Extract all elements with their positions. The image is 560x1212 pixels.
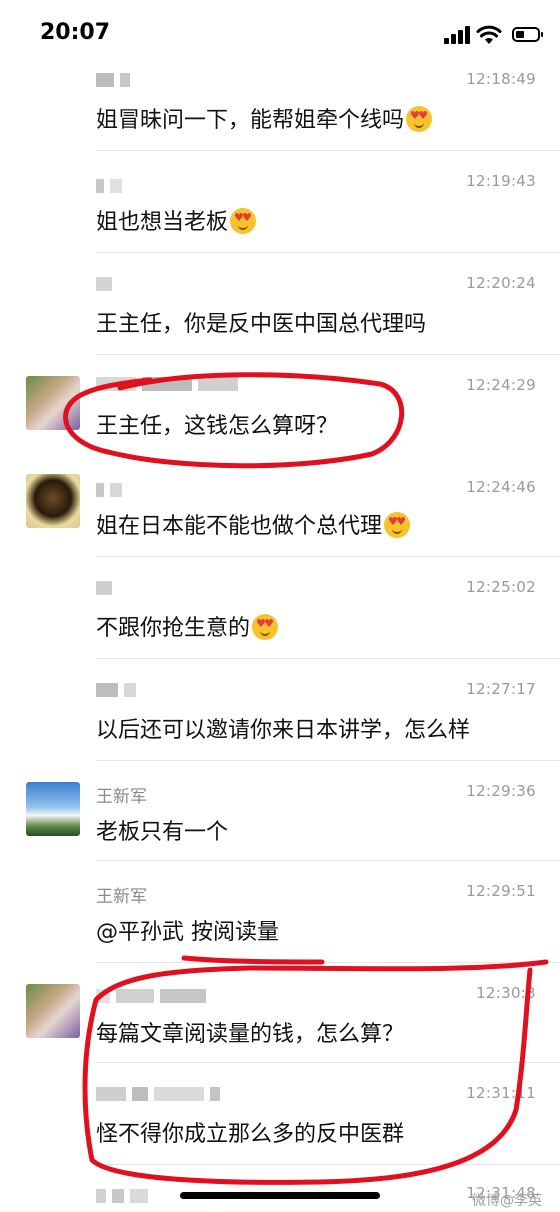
divider <box>96 962 560 963</box>
sender-name: 王新军 <box>96 887 147 907</box>
avatar[interactable] <box>26 474 80 528</box>
message-text[interactable]: 以后还可以邀请你来日本讲学，怎么样 <box>96 712 470 744</box>
message-time: 12:25:02 <box>466 578 536 596</box>
message-text[interactable]: @平孙武 按阅读量 <box>96 914 279 946</box>
message-time: 12:29:51 <box>466 882 536 900</box>
divider <box>96 658 560 659</box>
chat-message: 12:18:49 姐冒昧问一下，能帮姐牵个线吗 <box>0 62 560 150</box>
message-text[interactable]: 姐冒昧问一下，能帮姐牵个线吗 <box>96 102 433 134</box>
heart-eyes-emoji-icon <box>384 512 411 538</box>
heart-eyes-emoji-icon <box>406 106 433 132</box>
sender-name-blurred <box>96 1086 226 1102</box>
chat-message: 王新军 12:29:51 @平孙武 按阅读量 <box>0 860 560 962</box>
status-icons <box>436 24 543 48</box>
divider <box>96 556 560 557</box>
divider <box>96 860 560 861</box>
sender-name-blurred <box>96 72 136 88</box>
message-text[interactable]: 姐在日本能不能也做个总代理 <box>96 508 411 540</box>
divider <box>96 1164 560 1165</box>
divider <box>96 354 560 355</box>
status-bar: 20:07 <box>0 0 560 64</box>
message-text[interactable]: 王主任，你是反中医中国总代理吗 <box>96 306 426 338</box>
message-time: 12:20:24 <box>466 274 536 292</box>
heart-eyes-emoji-icon <box>252 614 279 640</box>
chat-message: 12:19:43 姐也想当老板 <box>0 150 560 252</box>
divider <box>96 1062 560 1063</box>
sender-name-blurred <box>96 988 212 1004</box>
sender-name: 王新军 <box>96 787 147 807</box>
status-time: 20:07 <box>40 20 111 45</box>
chat-message: 12:30:3 每篇文章阅读量的钱，怎么算？ <box>0 962 560 1062</box>
chat-message: 12:31:11 怪不得你成立那么多的反中医群 <box>0 1062 560 1164</box>
message-time: 12:31:11 <box>466 1084 536 1102</box>
avatar[interactable] <box>26 984 80 1038</box>
chat-message: 王新军 12:29:36 老板只有一个 <box>0 760 560 860</box>
message-time: 12:27:17 <box>466 680 536 698</box>
message-text[interactable]: 姐也想当老板 <box>96 204 257 236</box>
sender-name-blurred <box>96 1188 154 1204</box>
message-time: 12:24:29 <box>466 376 536 394</box>
divider <box>96 760 560 761</box>
avatar[interactable] <box>26 376 80 430</box>
battery-icon <box>512 27 543 42</box>
sender-name-blurred <box>96 682 142 698</box>
message-text[interactable]: 老板只有一个 <box>96 814 228 846</box>
cellular-signal-icon <box>444 26 470 44</box>
message-text[interactable]: 不跟你抢生意的 <box>96 610 279 642</box>
sender-name-blurred <box>96 276 118 292</box>
sender-name-blurred <box>96 178 128 194</box>
watermark: 微博@李英 <box>472 1193 542 1209</box>
sender-name-blurred <box>96 580 118 596</box>
chat-message: 12:24:29 王主任，这钱怎么算呀？ <box>0 354 560 456</box>
message-time: 12:18:49 <box>466 70 536 88</box>
divider <box>96 252 560 253</box>
avatar[interactable] <box>26 782 80 836</box>
sender-name-blurred <box>96 376 244 392</box>
home-indicator <box>180 1192 380 1199</box>
message-time: 12:29:36 <box>466 782 536 800</box>
message-text[interactable]: 王主任，这钱怎么算呀？ <box>96 408 338 440</box>
message-time: 12:24:46 <box>466 478 536 496</box>
message-text[interactable]: 怪不得你成立那么多的反中医群 <box>96 1116 404 1148</box>
wifi-icon <box>476 25 502 44</box>
message-time: 12:30:3 <box>476 984 536 1002</box>
chat-message: 12:24:46 姐在日本能不能也做个总代理 <box>0 456 560 556</box>
message-time: 12:19:43 <box>466 172 536 190</box>
chat-message: 12:20:24 王主任，你是反中医中国总代理吗 <box>0 252 560 354</box>
chat-message: 12:25:02 不跟你抢生意的 <box>0 556 560 658</box>
heart-eyes-emoji-icon <box>230 208 257 234</box>
sender-name-blurred <box>96 482 128 498</box>
divider <box>96 150 560 151</box>
message-text[interactable]: 每篇文章阅读量的钱，怎么算？ <box>96 1016 404 1048</box>
chat-message: 12:27:17 以后还可以邀请你来日本讲学，怎么样 <box>0 658 560 760</box>
